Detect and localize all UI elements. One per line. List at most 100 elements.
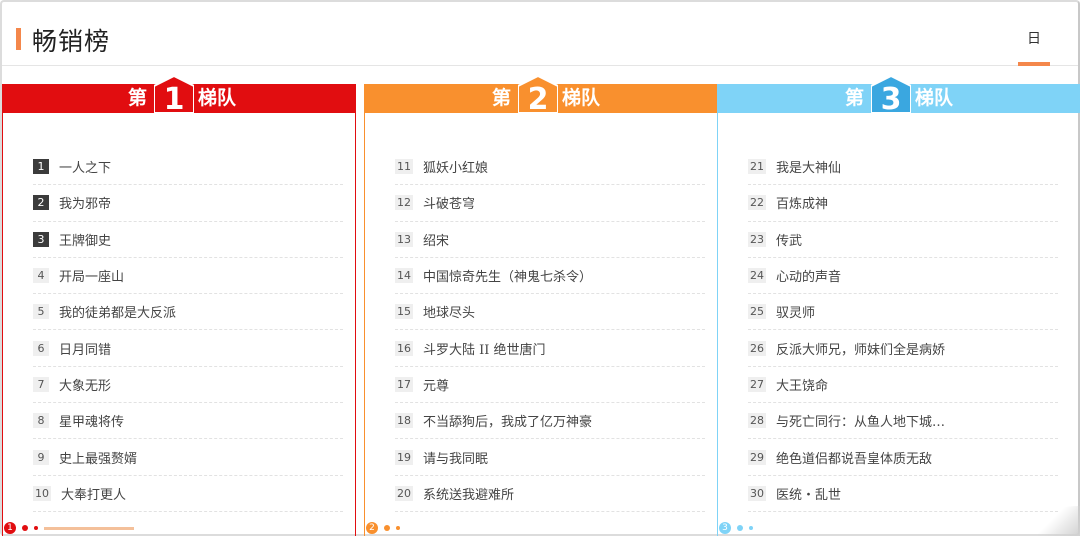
tier-number: 3 xyxy=(881,82,902,113)
list-item[interactable]: 12 斗破苍穹 xyxy=(395,185,705,222)
book-title-link[interactable]: 我为邪帝 xyxy=(59,193,111,212)
page-title: 畅销榜 xyxy=(32,27,111,56)
rank-number-badge: 23 xyxy=(748,231,766,247)
footer-bar xyxy=(44,526,134,530)
book-title-link[interactable]: 绍宋 xyxy=(423,230,449,249)
list-item[interactable]: 27 大王饶命 xyxy=(748,367,1058,404)
footer-marker-number: 2 xyxy=(366,522,378,534)
book-title-link[interactable]: 斗罗大陆 II 绝世唐门 xyxy=(423,339,546,358)
book-title-link[interactable]: 系统送我避难所 xyxy=(423,484,514,503)
list-item[interactable]: 11 狐妖小红娘 xyxy=(395,149,705,186)
book-title-link[interactable]: 我的徒弟都是大反派 xyxy=(59,302,176,321)
book-title-link[interactable]: 驭灵师 xyxy=(776,302,815,321)
tier-prefix: 第 xyxy=(845,87,865,109)
tier-suffix: 梯队 xyxy=(915,87,954,109)
list-item[interactable]: 16 斗罗大陆 II 绝世唐门 xyxy=(395,330,705,367)
rank-number-badge: 5 xyxy=(33,304,49,320)
tier-number: 1 xyxy=(164,82,185,113)
rank-number-badge: 10 xyxy=(33,485,51,501)
list-item[interactable]: 23 传武 xyxy=(748,222,1058,258)
list-item[interactable]: 29 绝色道侣都说吾皇体质无敌 xyxy=(748,439,1058,476)
tier-panel-1: 第 1 梯队 1 一人之下 2 我为邪帝 3 王牌御史 4 开局一座山 5 我的徒弟都是大反派 6 日… xyxy=(2,76,356,536)
list-item[interactable]: 8 星甲魂将传 xyxy=(33,403,343,440)
book-title-link[interactable]: 地球尽头 xyxy=(423,302,475,321)
rank-number-badge: 25 xyxy=(748,304,766,320)
tier-body-1: 1 一人之下 2 我为邪帝 3 王牌御史 4 开局一座山 5 我的徒弟都是大反派 6 日月同错 7 大象无… xyxy=(2,113,356,536)
book-title-link[interactable]: 一人之下 xyxy=(59,157,111,176)
book-title-link[interactable]: 反派大师兄，师妹们全是病娇 xyxy=(776,339,945,358)
list-item[interactable]: 28 与死亡同行：从鱼人地下城… xyxy=(748,403,1058,440)
book-title-link[interactable]: 百炼成神 xyxy=(776,193,828,212)
rank-number-badge: 6 xyxy=(33,340,49,356)
list-item[interactable]: 19 请与我同眠 xyxy=(395,439,705,476)
rank-number-badge: 20 xyxy=(395,485,413,501)
book-title-link[interactable]: 斗破苍穹 xyxy=(423,193,475,212)
book-title-link[interactable]: 绝色道侣都说吾皇体质无敌 xyxy=(776,448,932,467)
book-title-link[interactable]: 开局一座山 xyxy=(59,266,124,285)
book-title-link[interactable]: 中国惊奇先生（神鬼七杀令） xyxy=(423,266,592,285)
book-title-link[interactable]: 狐妖小红娘 xyxy=(423,157,488,176)
list-item[interactable]: 17 元尊 xyxy=(395,367,705,404)
footer-dot xyxy=(749,526,753,530)
book-title-link[interactable]: 史上最强赘婿 xyxy=(59,448,137,467)
book-title-link[interactable]: 不当舔狗后，我成了亿万神豪 xyxy=(423,411,592,430)
footer-marker-number: 3 xyxy=(719,522,731,534)
rank-number-badge: 24 xyxy=(748,268,766,284)
list-item[interactable]: 2 我为邪帝 xyxy=(33,185,343,222)
list-item[interactable]: 26 反派大师兄，师妹们全是病娇 xyxy=(748,330,1058,367)
list-item[interactable]: 6 日月同错 xyxy=(33,330,343,367)
book-title-link[interactable]: 星甲魂将传 xyxy=(59,411,124,430)
list-item[interactable]: 7 大象无形 xyxy=(33,367,343,404)
tier-panel-2: 第 2 梯队 11 狐妖小红娘 12 斗破苍穹 13 绍宋 14 中国惊奇先生（神鬼七杀令） 1… xyxy=(364,76,718,536)
book-title-link[interactable]: 传武 xyxy=(776,230,802,249)
list-item[interactable]: 5 我的徒弟都是大反派 xyxy=(33,294,343,331)
list-item[interactable]: 30 医统・乱世 xyxy=(748,476,1058,512)
rank-number-badge: 7 xyxy=(33,376,49,392)
rank-number-badge: 17 xyxy=(395,376,413,392)
list-item[interactable]: 21 我是大神仙 xyxy=(748,149,1058,186)
footer-dot xyxy=(22,525,28,531)
tier-banner-1: 第 1 梯队 xyxy=(2,76,356,113)
book-title-link[interactable]: 我是大神仙 xyxy=(776,157,841,176)
list-item[interactable]: 14 中国惊奇先生（神鬼七杀令） xyxy=(395,258,705,295)
list-item[interactable]: 13 绍宋 xyxy=(395,222,705,258)
tier-footer-marker-3: 3 xyxy=(719,522,753,534)
footer-dot xyxy=(384,525,390,531)
list-item[interactable]: 20 系统送我避难所 xyxy=(395,476,705,512)
list-item[interactable]: 22 百炼成神 xyxy=(748,185,1058,222)
rank-number-badge: 18 xyxy=(395,413,413,429)
list-item[interactable]: 1 一人之下 xyxy=(33,149,343,186)
list-item[interactable]: 15 地球尽头 xyxy=(395,294,705,331)
list-item[interactable]: 24 心动的声音 xyxy=(748,258,1058,295)
rank-number-badge: 30 xyxy=(748,485,766,501)
rank-list-1: 1 一人之下 2 我为邪帝 3 王牌御史 4 开局一座山 5 我的徒弟都是大反派 6 日月同错 7 大象无… xyxy=(33,149,343,512)
rank-number-badge: 8 xyxy=(33,413,49,429)
book-title-link[interactable]: 医统・乱世 xyxy=(776,484,841,503)
tier-prefix: 第 xyxy=(128,87,148,109)
list-item[interactable]: 10 大奉打更人 xyxy=(33,476,343,512)
book-title-link[interactable]: 王牌御史 xyxy=(59,230,111,249)
book-title-link[interactable]: 心动的声音 xyxy=(776,266,841,285)
tier-footer-marker-2: 2 xyxy=(366,522,400,534)
book-title-link[interactable]: 元尊 xyxy=(423,375,449,394)
book-title-link[interactable]: 大王饶命 xyxy=(776,375,828,394)
tier-prefix: 第 xyxy=(492,87,512,109)
tier-body-2: 11 狐妖小红娘 12 斗破苍穹 13 绍宋 14 中国惊奇先生（神鬼七杀令） 15 地球尽头 16… xyxy=(364,113,718,536)
list-item[interactable]: 4 开局一座山 xyxy=(33,258,343,295)
list-item[interactable]: 18 不当舔狗后，我成了亿万神豪 xyxy=(395,403,705,440)
rank-number-badge: 2 xyxy=(33,195,49,211)
tab-day[interactable]: 日 xyxy=(1018,28,1050,66)
list-item[interactable]: 25 驭灵师 xyxy=(748,294,1058,331)
footer-dot xyxy=(737,525,743,531)
book-title-link[interactable]: 日月同错 xyxy=(59,339,111,358)
rank-list-3: 21 我是大神仙 22 百炼成神 23 传武 24 心动的声音 25 驭灵师 26 反派大师兄，师妹们… xyxy=(748,149,1058,512)
tier-number-badge-1: 1 xyxy=(154,76,194,113)
book-title-link[interactable]: 与死亡同行：从鱼人地下城… xyxy=(776,411,945,430)
list-item[interactable]: 9 史上最强赘婿 xyxy=(33,439,343,476)
book-title-link[interactable]: 大象无形 xyxy=(59,375,111,394)
rank-number-badge: 22 xyxy=(748,195,766,211)
list-item[interactable]: 3 王牌御史 xyxy=(33,222,343,258)
book-title-link[interactable]: 请与我同眠 xyxy=(423,448,488,467)
rank-number-badge: 15 xyxy=(395,304,413,320)
book-title-link[interactable]: 大奉打更人 xyxy=(61,484,126,503)
